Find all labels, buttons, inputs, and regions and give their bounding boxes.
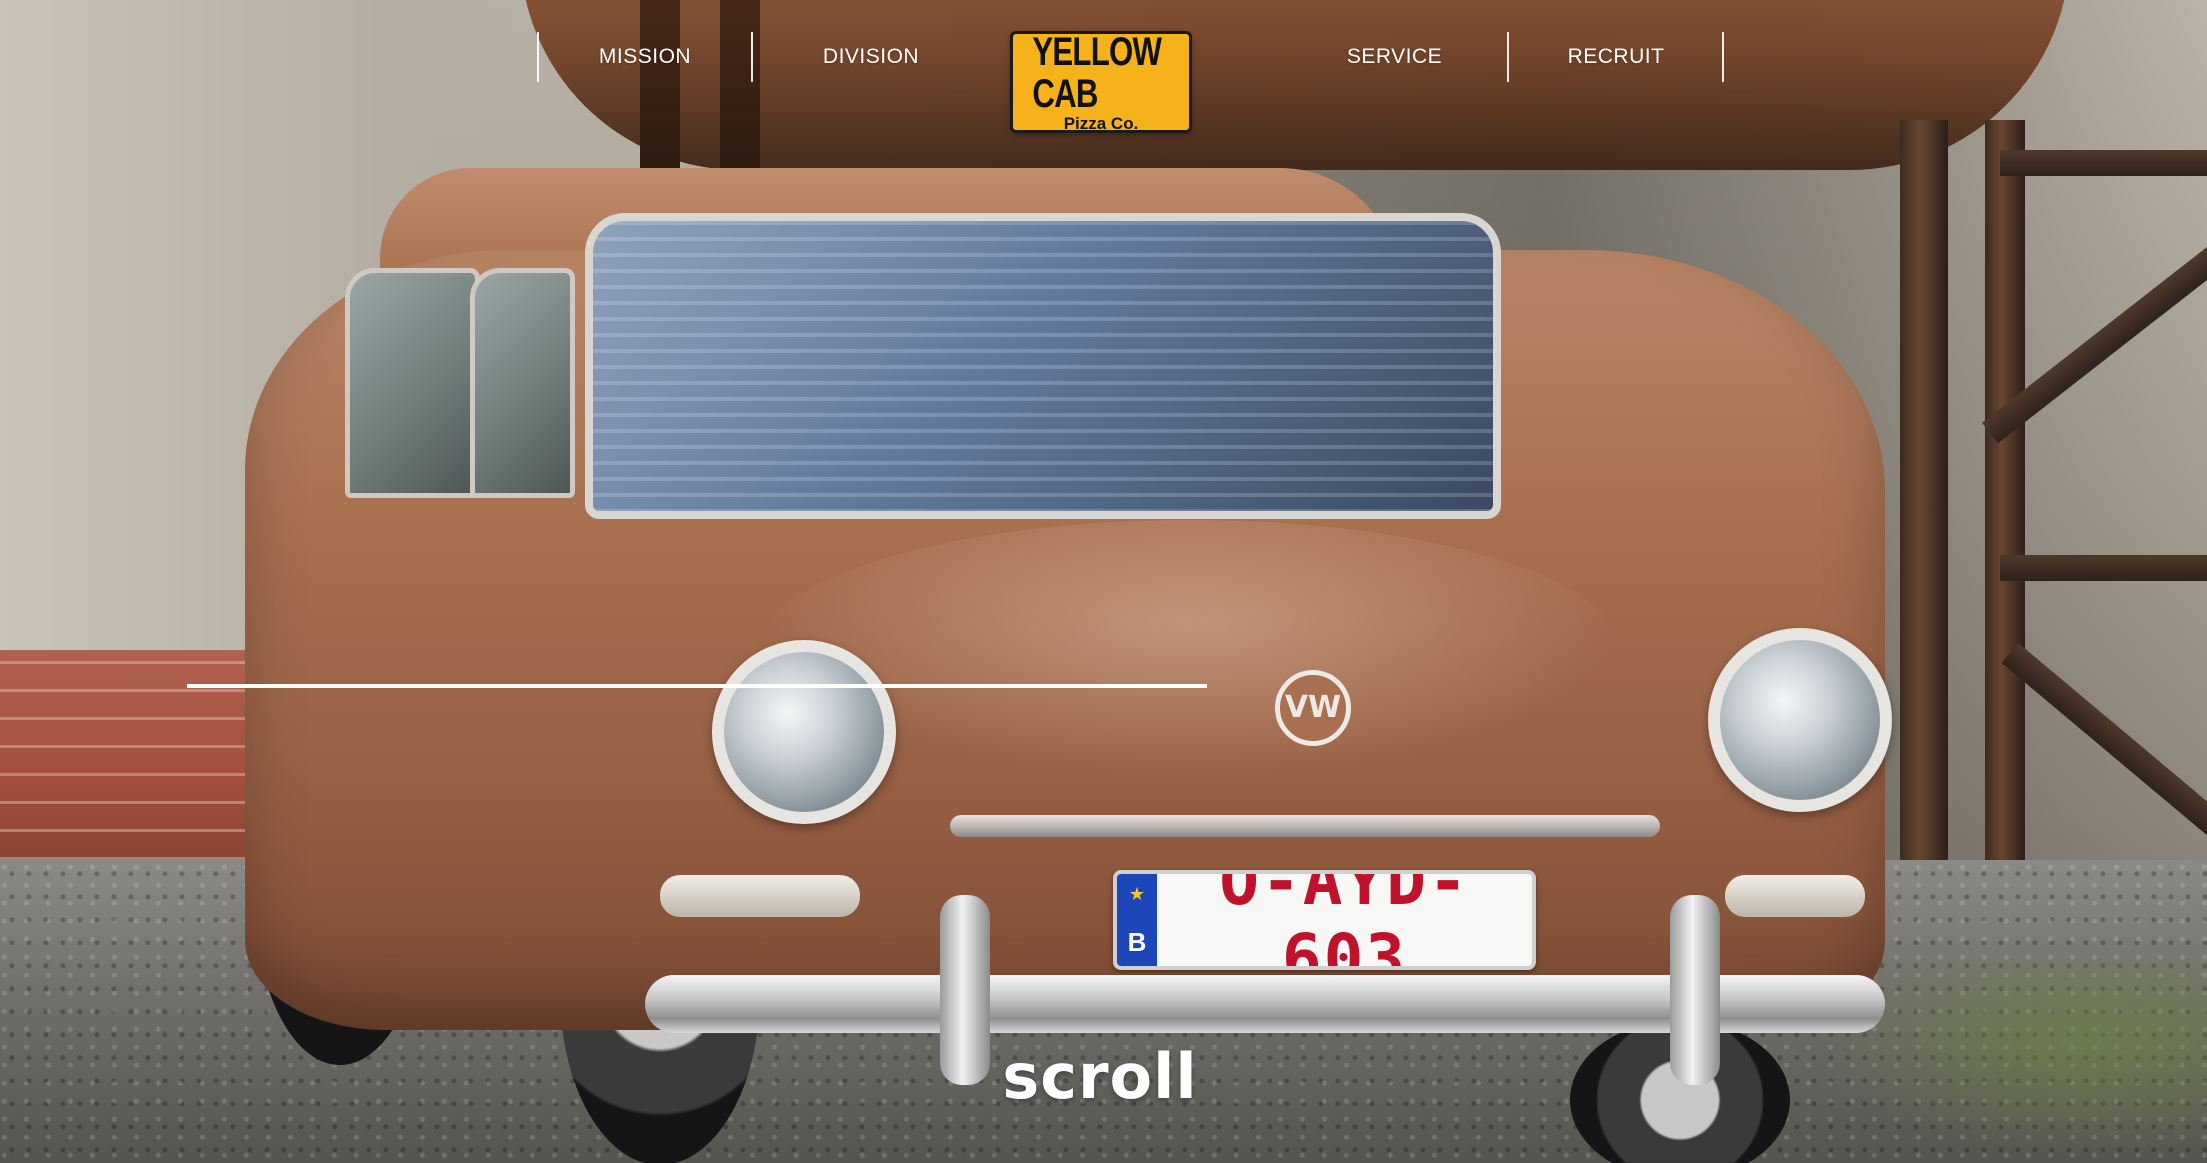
license-plate: B O-AYD-603: [1113, 870, 1536, 970]
rear-side-window: [345, 268, 480, 498]
nav-link-mission[interactable]: MISSION: [539, 32, 751, 82]
hero-background-image: VW B O-AYD-603: [0, 0, 2207, 1163]
front-side-window: [470, 268, 575, 498]
brick-wall: [0, 650, 250, 860]
vw-badge: VW: [1275, 670, 1351, 746]
scaffold-beam: [2000, 555, 2207, 581]
nav-link-recruit[interactable]: RECRUIT: [1509, 32, 1723, 82]
top-navigation: MISSION DIVISION YELLOW CAB Pizza Co. SE…: [0, 0, 2207, 133]
yellow-cab-logo[interactable]: YELLOW CAB Pizza Co.: [1010, 31, 1192, 133]
right-indicator: [1725, 875, 1865, 917]
nav-link-division[interactable]: DIVISION: [753, 32, 989, 82]
bumper-guard: [1670, 895, 1720, 1085]
hero-progress-line: [187, 684, 1207, 688]
bumper-guard: [940, 895, 990, 1085]
plate-number: O-AYD-603: [1219, 870, 1470, 970]
scroll-indicator[interactable]: scroll: [1000, 1040, 1200, 1113]
logo-subtitle: Pizza Co.: [1063, 114, 1139, 133]
logo-wordmark: YELLOW CAB: [1032, 30, 1162, 116]
plate-country-band: B: [1117, 874, 1157, 966]
windshield: [585, 213, 1501, 519]
nav-divider: [1722, 32, 1724, 82]
nav-link-service[interactable]: SERVICE: [1282, 32, 1507, 82]
scaffold-post: [1985, 120, 2025, 920]
chrome-trim: [950, 815, 1660, 837]
scaffold-post: [1900, 120, 1948, 920]
left-indicator: [660, 875, 860, 917]
scaffold-beam: [2000, 150, 2207, 176]
right-headlamp: [1708, 628, 1892, 812]
left-headlamp: [712, 640, 896, 824]
